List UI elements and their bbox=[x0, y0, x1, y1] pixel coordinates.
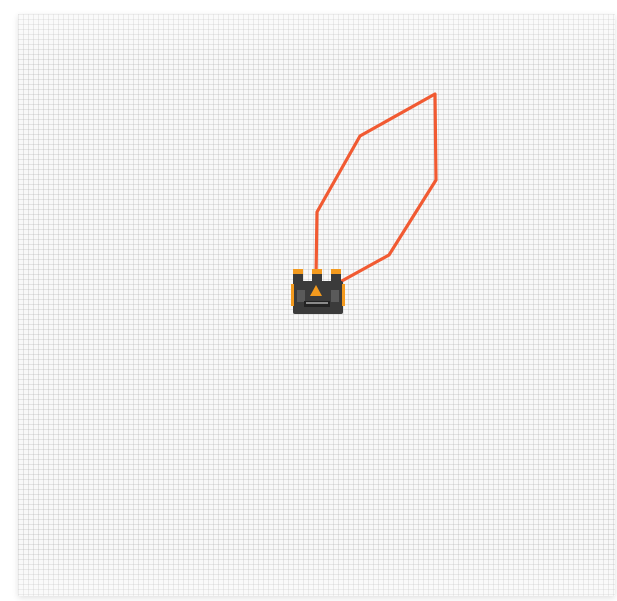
rover-castle-icon[interactable] bbox=[291, 269, 345, 314]
app-window bbox=[0, 0, 617, 601]
path-line bbox=[314, 92, 438, 284]
scene-overlay bbox=[291, 92, 438, 314]
